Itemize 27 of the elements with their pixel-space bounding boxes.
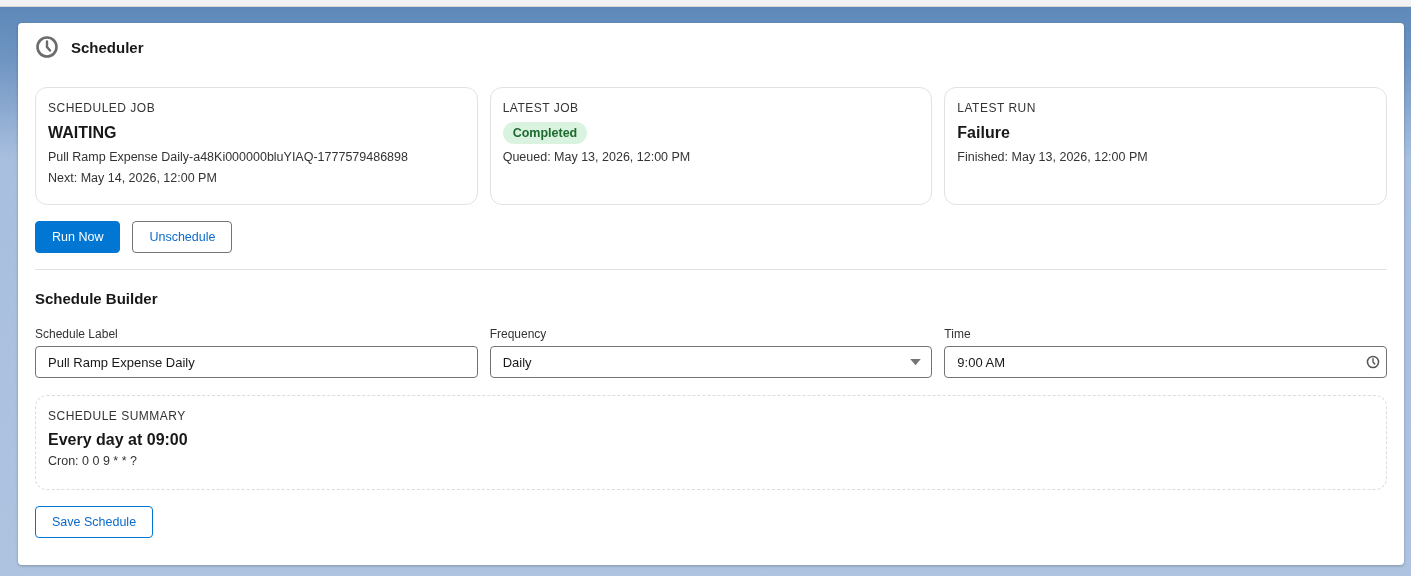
summary-title: Every day at 09:00 bbox=[48, 431, 189, 449]
card-label: LATEST RUN bbox=[957, 101, 1037, 115]
status-detail: Queued: May 13, 2026, 12:00 PM bbox=[502, 150, 692, 164]
caret-icon bbox=[910, 358, 922, 366]
status-value: WAITING bbox=[48, 124, 117, 142]
status-detail: Next: May 14, 2026, 12:00 PM bbox=[48, 171, 218, 185]
text-input-field[interactable]: Pull Ramp Expense Daily bbox=[35, 346, 478, 378]
field-label: Time bbox=[944, 327, 972, 341]
dropdown-field[interactable]: Daily bbox=[489, 346, 933, 378]
status-detail: Pull Ramp Expense Daily-a48Ki000000bluYIAQ-1777579486898 bbox=[48, 150, 409, 164]
status-badge: Completed bbox=[502, 122, 588, 144]
time-input-field[interactable]: 9:00 AM bbox=[944, 346, 1387, 378]
clock-icon bbox=[35, 35, 59, 59]
action-button[interactable]: Run Now bbox=[35, 221, 121, 253]
panel-title: Scheduler bbox=[71, 38, 144, 56]
cron-expression: Cron: 0 0 9 * * ? bbox=[48, 454, 138, 468]
clock-icon bbox=[1366, 355, 1380, 369]
action-button[interactable]: Unschedule bbox=[132, 221, 233, 253]
card-label: SCHEDULED JOB bbox=[48, 101, 157, 115]
status-detail: Finished: May 13, 2026, 12:00 PM bbox=[957, 150, 1149, 164]
card-label: LATEST JOB bbox=[502, 101, 580, 115]
status-value: Failure bbox=[957, 124, 1010, 142]
field-label: Schedule Label bbox=[35, 327, 119, 341]
summary-label: SCHEDULE SUMMARY bbox=[48, 409, 187, 423]
section-title: Schedule Builder bbox=[35, 290, 159, 307]
field-label: Frequency bbox=[489, 327, 548, 341]
save-schedule-button[interactable]: Save Schedule bbox=[35, 506, 154, 538]
